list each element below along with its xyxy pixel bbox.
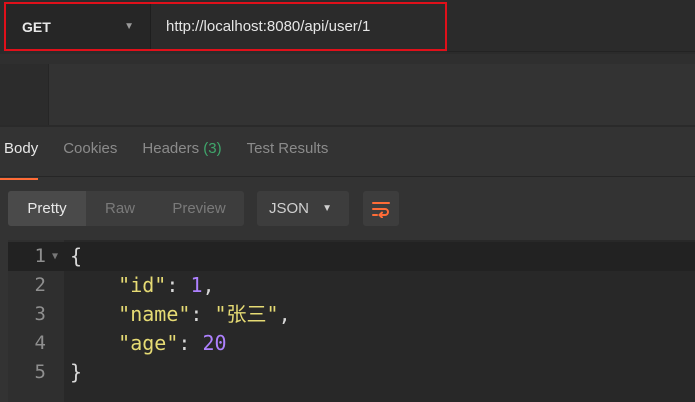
divider <box>0 176 695 177</box>
headers-count-badge: (3) <box>203 140 222 157</box>
tab-body[interactable]: Body <box>0 140 39 180</box>
fold-arrow-icon[interactable]: ▼ <box>52 242 58 271</box>
tab-label: Cookies <box>63 140 118 157</box>
pretty-button[interactable]: Pretty <box>8 191 86 226</box>
json-comma: , <box>202 273 215 297</box>
json-entry: "name": "张三", <box>70 300 291 329</box>
response-body-editor[interactable]: 1 ▼ { 2 "id": 1, 3 "name": "张三", 4 "age"… <box>8 240 695 402</box>
json-colon: : <box>178 331 203 355</box>
url-input-extension[interactable] <box>447 2 695 52</box>
code-line: 2 "id": 1, <box>8 271 695 300</box>
chevron-down-icon: ▼ <box>322 203 332 214</box>
json-colon: : <box>190 302 215 326</box>
raw-button[interactable]: Raw <box>86 191 154 226</box>
json-value: "张三" <box>214 302 279 326</box>
json-colon: : <box>166 273 191 297</box>
tab-headers[interactable]: Headers (3) <box>138 140 221 172</box>
tab-label: Headers <box>142 140 200 157</box>
code-line: 4 "age": 20 <box>8 329 695 358</box>
json-entry: "age": 20 <box>70 329 227 358</box>
json-key: "age" <box>118 331 179 355</box>
preview-button[interactable]: Preview <box>154 191 244 226</box>
format-select[interactable]: JSON ▼ <box>257 191 349 226</box>
tab-label: Body <box>4 140 39 157</box>
method-select[interactable]: GET ▼ <box>6 4 151 49</box>
code-line: 5 } <box>8 358 695 387</box>
code-line: 3 "name": "张三", <box>8 300 695 329</box>
json-entry: "id": 1, <box>70 271 215 300</box>
request-highlight-box: GET ▼ http://localhost:8080/api/user/1 <box>4 2 447 51</box>
line-number: 1 <box>34 245 46 267</box>
code-line: 1 ▼ { <box>8 242 695 271</box>
chevron-down-icon: ▼ <box>124 21 134 32</box>
line-number: 3 <box>34 303 46 325</box>
wrap-lines-button[interactable] <box>363 191 399 226</box>
json-key: "name" <box>118 302 191 326</box>
tab-test-results[interactable]: Test Results <box>243 140 329 172</box>
url-text: http://localhost:8080/api/user/1 <box>166 18 371 35</box>
response-tabs: Body Cookies Headers (3) Test Results <box>0 140 349 180</box>
divider <box>0 125 695 127</box>
json-open-brace: { <box>70 244 83 268</box>
method-label: GET <box>22 18 51 35</box>
wrap-lines-icon <box>372 201 390 218</box>
json-close-brace: } <box>70 360 83 384</box>
json-comma: , <box>278 302 291 326</box>
line-number: 2 <box>34 274 46 296</box>
tab-label: Test Results <box>246 140 329 157</box>
line-number: 4 <box>34 332 46 354</box>
line-number: 5 <box>34 361 46 383</box>
json-value: 20 <box>202 331 227 355</box>
json-value: 1 <box>190 273 203 297</box>
url-input[interactable]: http://localhost:8080/api/user/1 <box>151 4 445 49</box>
view-mode-group: Pretty Raw Preview <box>8 191 244 226</box>
json-key: "id" <box>118 273 167 297</box>
tab-cookies[interactable]: Cookies <box>59 140 117 172</box>
side-panel <box>0 64 49 126</box>
format-label: JSON <box>269 200 310 217</box>
divider <box>0 54 695 64</box>
